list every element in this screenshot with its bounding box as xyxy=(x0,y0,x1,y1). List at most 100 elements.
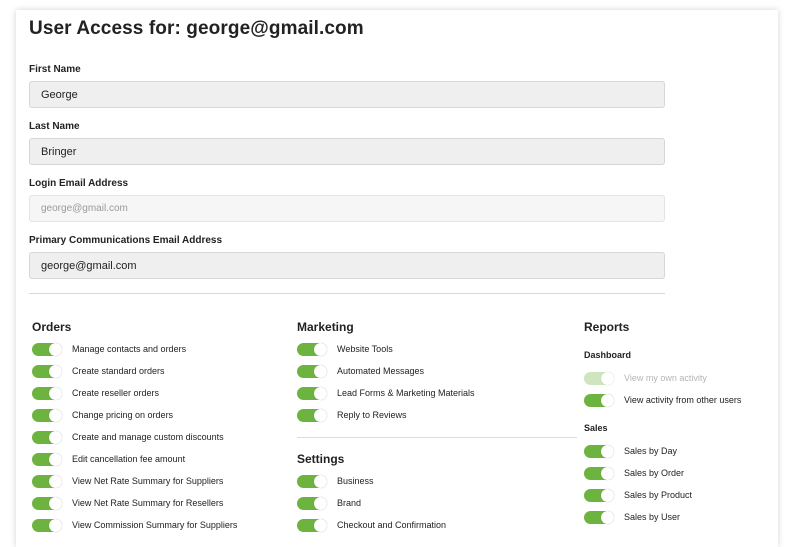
permission-label: View Net Rate Summary for Resellers xyxy=(72,498,224,508)
permission-row-sales-by-order: Sales by Order xyxy=(584,466,741,488)
toggle-switch[interactable] xyxy=(297,387,327,400)
toggle-switch[interactable] xyxy=(297,409,327,422)
toggle-switch[interactable] xyxy=(32,365,62,378)
permission-label: Checkout and Confirmation xyxy=(337,520,447,530)
toggle-switch[interactable] xyxy=(32,431,62,444)
last-name-input[interactable] xyxy=(29,138,665,165)
toggle-knob xyxy=(314,409,327,422)
primary-email-input[interactable] xyxy=(29,252,665,279)
toggle-knob xyxy=(49,343,62,356)
toggle-knob xyxy=(49,519,62,532)
permission-row-sales-by-product: Sales by Product xyxy=(584,488,741,510)
orders-permission-list: Manage contacts and orders Create standar… xyxy=(32,342,237,540)
permission-label: Change pricing on orders xyxy=(72,410,174,420)
toggle-knob xyxy=(601,489,614,502)
permission-label: Brand xyxy=(337,498,362,508)
toggle-knob xyxy=(314,519,327,532)
permission-row-create-standard-orders: Create standard orders xyxy=(32,364,237,386)
toggle-knob xyxy=(601,394,614,407)
permission-label: Create reseller orders xyxy=(72,388,160,398)
page-title: User Access for: george@gmail.com xyxy=(29,18,364,39)
reports-title: Reports xyxy=(584,320,630,334)
toggle-knob xyxy=(49,431,62,444)
permission-row-automated-messages: Automated Messages xyxy=(297,364,577,386)
toggle-knob xyxy=(49,365,62,378)
permission-row-view-my-own-activity: View my own activity xyxy=(584,371,741,393)
toggle-switch[interactable] xyxy=(584,445,614,458)
permission-row-create-and-manage-custom-discounts: Create and manage custom discounts xyxy=(32,430,237,452)
permission-label: View Commission Summary for Suppliers xyxy=(72,520,238,530)
toggle-switch[interactable] xyxy=(297,475,327,488)
toggle-switch[interactable] xyxy=(32,343,62,356)
permission-label: View activity from other users xyxy=(624,395,742,405)
permission-label: Manage contacts and orders xyxy=(72,344,187,354)
permission-row-website-tools: Website Tools xyxy=(297,342,577,364)
permission-row-reply-to-reviews: Reply to Reviews xyxy=(297,408,577,430)
permission-label: View Net Rate Summary for Suppliers xyxy=(72,476,224,486)
permission-label: Sales by Order xyxy=(624,468,685,478)
toggle-switch[interactable] xyxy=(32,387,62,400)
toggle-switch[interactable] xyxy=(32,409,62,422)
toggle-switch[interactable] xyxy=(584,394,614,407)
toggle-switch[interactable] xyxy=(297,343,327,356)
toggle-knob xyxy=(601,372,614,385)
toggle-knob xyxy=(314,365,327,378)
marketing-title: Marketing xyxy=(297,320,354,334)
toggle-switch[interactable] xyxy=(297,365,327,378)
permission-label: Create and manage custom discounts xyxy=(72,432,224,442)
toggle-switch[interactable] xyxy=(32,453,62,466)
toggle-switch[interactable] xyxy=(584,511,614,524)
user-access-card: User Access for: george@gmail.com First … xyxy=(16,10,778,547)
primary-email-label: Primary Communications Email Address xyxy=(29,235,223,246)
login-email-label: Login Email Address xyxy=(29,178,129,189)
toggle-knob xyxy=(601,511,614,524)
toggle-knob xyxy=(49,453,62,466)
permission-label: Automated Messages xyxy=(337,366,425,376)
permission-label: Sales by User xyxy=(624,512,681,522)
marketing-column: Marketing Website Tools Automated Message… xyxy=(297,320,577,540)
toggle-knob xyxy=(314,387,327,400)
toggle-knob xyxy=(314,475,327,488)
toggle-switch[interactable] xyxy=(297,519,327,532)
login-email-input xyxy=(29,195,665,222)
toggle-knob xyxy=(49,409,62,422)
permission-row-manage-contacts-and-orders: Manage contacts and orders xyxy=(32,342,237,364)
permission-label: View my own activity xyxy=(624,373,707,383)
toggle-knob xyxy=(49,387,62,400)
reports-column: Reports Dashboard View my own activity Vi… xyxy=(584,320,741,532)
toggle-knob xyxy=(601,445,614,458)
permission-row-change-pricing-on-orders: Change pricing on orders xyxy=(32,408,237,430)
permission-row-business: Business xyxy=(297,474,577,496)
permission-row-sales-by-user: Sales by User xyxy=(584,510,741,532)
toggle-switch[interactable] xyxy=(32,497,62,510)
toggle-switch[interactable] xyxy=(297,497,327,510)
permission-row-view-net-rate-summary-for-suppliers: View Net Rate Summary for Suppliers xyxy=(32,474,237,496)
permission-label: Sales by Product xyxy=(624,490,693,500)
marketing-permission-list: Website Tools Automated Messages Lead Form… xyxy=(297,342,577,430)
toggle-switch[interactable] xyxy=(584,467,614,480)
toggle-switch[interactable] xyxy=(32,475,62,488)
toggle-knob xyxy=(49,497,62,510)
marketing-settings-divider xyxy=(297,437,577,438)
permission-label: Lead Forms & Marketing Materials xyxy=(337,388,475,398)
toggle-switch[interactable] xyxy=(584,489,614,502)
permission-row-checkout-and-confirmation: Checkout and Confirmation xyxy=(297,518,577,540)
toggle-knob xyxy=(601,467,614,480)
permission-label: Business xyxy=(337,476,374,486)
toggle-switch[interactable] xyxy=(32,519,62,532)
toggle-knob xyxy=(314,497,327,510)
settings-permission-list: Business Brand Checkout and Confirmation xyxy=(297,474,577,540)
dashboard-subtitle: Dashboard xyxy=(584,350,632,360)
permission-row-view-commission-summary-for-suppliers: View Commission Summary for Suppliers xyxy=(32,518,237,540)
permission-label: Create standard orders xyxy=(72,366,165,376)
permission-row-view-activity-from-other-users: View activity from other users xyxy=(584,393,741,415)
permission-row-sales-by-day: Sales by Day xyxy=(584,444,741,466)
permission-label: Edit cancellation fee amount xyxy=(72,454,186,464)
permission-row-view-net-rate-summary-for-resellers: View Net Rate Summary for Resellers xyxy=(32,496,237,518)
permission-label: Sales by Day xyxy=(624,446,678,456)
first-name-label: First Name xyxy=(29,64,81,75)
first-name-input[interactable] xyxy=(29,81,665,108)
orders-title: Orders xyxy=(32,320,72,334)
section-divider xyxy=(29,293,665,294)
orders-column: Orders Manage contacts and orders Create … xyxy=(32,320,237,540)
